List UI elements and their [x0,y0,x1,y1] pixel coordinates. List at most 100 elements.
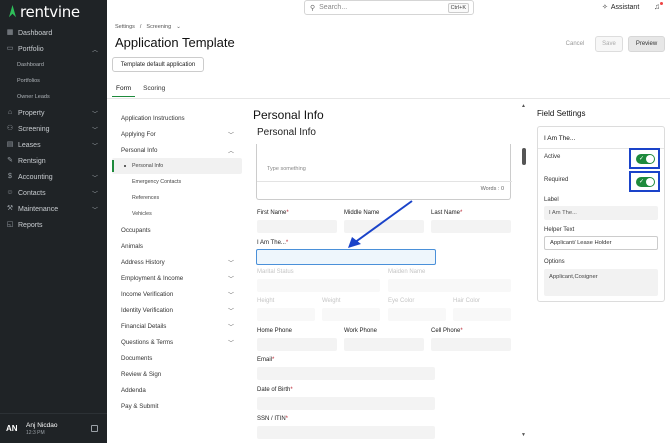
fnav-addenda[interactable]: Addenda [112,382,242,398]
cell-phone-field[interactable] [431,338,511,351]
fnav-occupants[interactable]: Occupants [112,222,242,238]
breadcrumb-screening[interactable]: Screening [146,24,171,30]
required-mark: * [290,387,293,393]
sidebar-item-property[interactable]: ⌂ Property ﹀ [0,105,107,121]
template-default-button[interactable]: Template default application [112,57,204,72]
weight-label: Weight [322,298,341,304]
work-phone-label: Work Phone [344,328,377,334]
required-toggle[interactable]: ✓ [636,177,655,187]
fnav-label: Applying For [121,130,156,138]
last-name-field[interactable] [431,220,511,233]
fnav-animals[interactable]: Animals [112,238,242,254]
sidebar-item-reports[interactable]: ◱ Reports [0,217,107,233]
helper-text-input[interactable]: Applicant/ Lease Holder [544,236,658,250]
chevron-down-icon: ﹀ [91,192,98,198]
dashboard-icon: ▦ [6,29,14,36]
maiden-name-field[interactable] [388,279,511,292]
rentsign-icon: ✎ [7,157,13,164]
ssn-field[interactable] [257,426,435,439]
sidebar-item-label: Maintenance [18,205,59,213]
eye-color-field[interactable] [388,308,446,321]
fnav-income-verification[interactable]: Income Verification ﹀ [112,286,242,302]
scroll-down-arrow-icon[interactable]: ▼ [521,432,526,438]
sidebar-item-contacts[interactable]: ☺ Contacts ﹀ [0,185,107,201]
cancel-button[interactable]: Cancel [561,36,589,52]
search-shortcut: Ctrl+K [447,3,469,13]
collapse-sidebar-icon[interactable] [91,425,98,432]
scrollbar-thumb[interactable] [522,148,526,165]
notification-dot [660,2,663,5]
topbar: ⚲ Search... Ctrl+K ✧ Assistant ♫ [107,0,670,16]
sidebar-subitem-portfolios[interactable]: Portfolios [0,73,107,89]
sidebar-item-leases[interactable]: ▤ Leases ﹀ [0,137,107,153]
sidebar-subitem-dashboard[interactable]: Dashboard [0,57,107,73]
label-field-input[interactable]: I Am The... [544,206,658,220]
fnav-address-history[interactable]: Address History ﹀ [112,254,242,270]
user-profile[interactable]: AN Anj Nicdao 12:3 PM [0,413,107,443]
fnav-financial-details[interactable]: Financial Details ﹀ [112,318,242,334]
marital-status-field[interactable] [257,279,380,292]
active-toggle[interactable]: ✓ [636,154,655,164]
search-placeholder: Search... [319,4,348,11]
height-field[interactable] [257,308,315,321]
chevron-down-icon: ﹀ [227,309,234,315]
fnav-sub-references[interactable]: References [112,190,242,206]
first-name-field[interactable] [257,220,337,233]
email-field[interactable] [257,367,435,380]
home-phone-field[interactable] [257,338,337,351]
fnav-documents[interactable]: Documents [112,350,242,366]
label-text: Date of Birth [257,387,291,393]
breadcrumb-settings[interactable]: Settings [115,24,135,30]
chevron-down-icon: ﹀ [227,293,234,299]
fnav-label: Employment & Income [121,274,184,282]
fnav-identity-verification[interactable]: Identity Verification ﹀ [112,302,242,318]
fnav-label: Address History [121,258,165,266]
marital-status-label: Marital Status [257,269,294,275]
fnav-sub-personal-info[interactable]: Personal Info [112,158,242,174]
breadcrumb: Settings / Screening ⌄ [115,24,181,30]
sidebar-item-dashboard[interactable]: ▦ Dashboard [0,25,107,41]
dob-field[interactable] [257,397,435,410]
sidebar-item-portfolio[interactable]: ▭ Portfolio ︿ [0,41,107,57]
bullet-icon [124,165,126,167]
instructions-editor[interactable]: Type something Words : 0 [256,144,512,200]
sidebar-item-maintenance[interactable]: ⚒ Maintenance ﹀ [0,201,107,217]
chevron-down-icon[interactable]: ⌄ [176,24,181,30]
sidebar-item-accounting[interactable]: $ Accounting ﹀ [0,169,107,185]
weight-field[interactable] [322,308,380,321]
fnav-employment-income[interactable]: Employment & Income ﹀ [112,270,242,286]
section-subtitle: Personal Info [257,127,316,138]
tab-scoring[interactable]: Scoring [139,82,169,97]
helper-text-label: Helper Text [544,227,575,233]
sidebar-item-label: Leases [18,141,41,149]
label-text: I Am The... [257,240,286,246]
fnav-questions-terms[interactable]: Questions & Terms ﹀ [112,334,242,350]
scroll-up-arrow-icon[interactable]: ▲ [521,103,526,109]
fnav-sub-vehicles[interactable]: Vehicles [112,206,242,222]
hair-color-field[interactable] [453,308,511,321]
options-textarea[interactable]: Applicant,Cosigner [544,269,658,296]
sidebar-item-rentsign[interactable]: ✎ Rentsign [0,153,107,169]
search-icon: ⚲ [310,4,316,12]
required-mark: * [286,210,289,216]
fnav-personal-info[interactable]: Personal Info ︿ [112,142,242,158]
save-button[interactable]: Save [595,36,623,52]
work-phone-field[interactable] [344,338,424,351]
fnav-applying-for[interactable]: Applying For ﹀ [112,126,242,142]
options-label: Options [544,259,565,265]
sidebar-subitem-owner-leads[interactable]: Owner Leads [0,89,107,105]
sparkle-icon: ✧ [602,4,608,11]
sidebar-item-screening[interactable]: ⚇ Screening ﹀ [0,121,107,137]
required-label: Required [544,177,569,183]
fnav-review-sign[interactable]: Review & Sign [112,366,242,382]
brand-logo[interactable]: rentvine [8,3,80,21]
preview-button[interactable]: Preview [628,36,665,52]
tab-form[interactable]: Form [112,82,136,97]
fnav-sub-emergency-contacts[interactable]: Emergency Contacts [112,174,242,190]
fnav-pay-submit[interactable]: Pay & Submit [112,398,242,414]
leases-icon: ▤ [6,141,14,148]
user-name: Anj Nicdao [26,421,58,429]
search-input[interactable]: ⚲ Search... Ctrl+K [304,0,474,15]
fnav-application-instructions[interactable]: Application Instructions [112,110,242,126]
assistant-button[interactable]: ✧ Assistant [602,3,639,12]
